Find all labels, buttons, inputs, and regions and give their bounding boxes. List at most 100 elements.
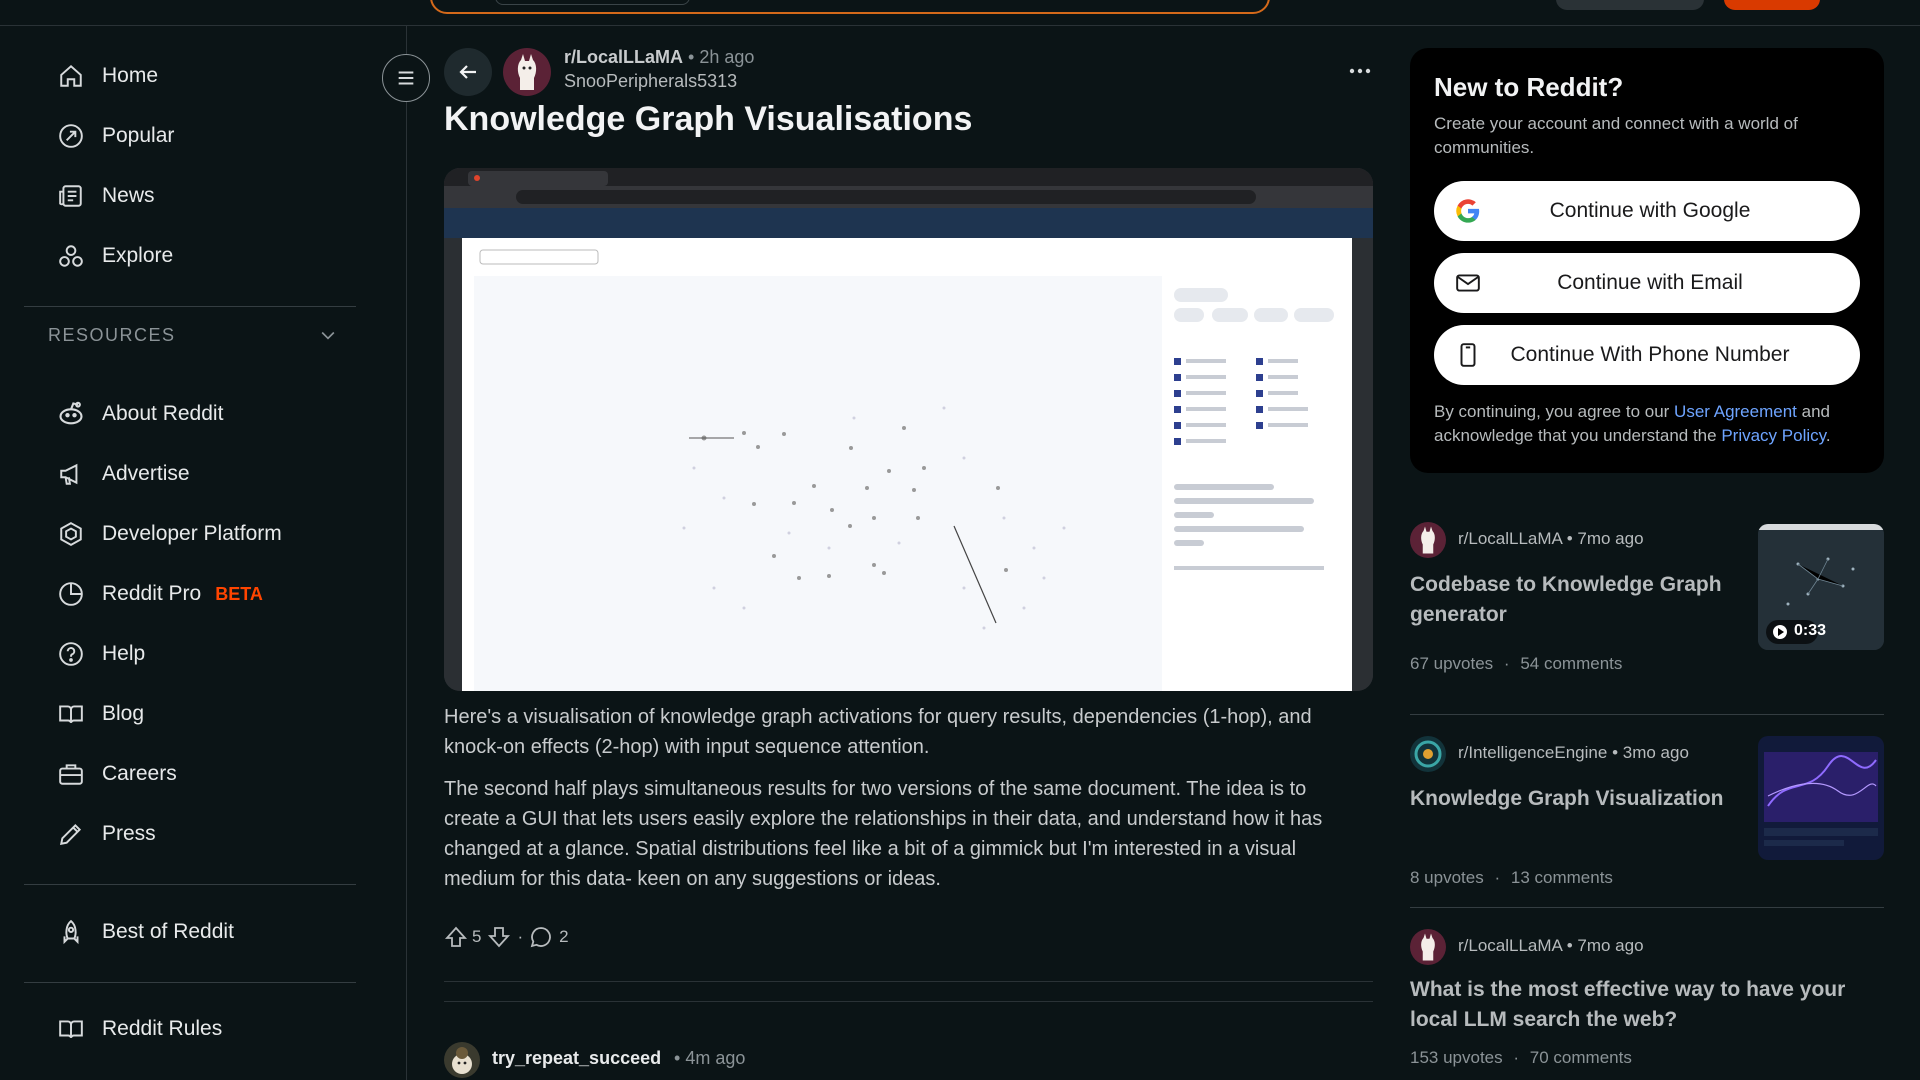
sidebar-item-label: About Reddit bbox=[102, 402, 224, 425]
home-icon bbox=[56, 61, 86, 91]
popular-icon bbox=[56, 121, 86, 151]
signup-legal-text: By continuing, you agree to our User Agr… bbox=[1434, 400, 1864, 448]
related-post-meta: r/LocalLLaMA • 7mo ago bbox=[1458, 529, 1644, 549]
log-in-button[interactable] bbox=[1724, 0, 1820, 10]
downvote-button[interactable] bbox=[487, 925, 511, 949]
comment-count: 2 bbox=[559, 927, 569, 946]
sidebar-item-home[interactable]: Home bbox=[24, 52, 354, 100]
more-options-button[interactable] bbox=[1340, 58, 1380, 84]
resources-section-toggle[interactable]: RESOURCES bbox=[48, 318, 338, 352]
sidebar-item-developer-platform[interactable]: Developer Platform bbox=[24, 510, 354, 558]
chevron-down-icon bbox=[321, 331, 335, 340]
stats-separator: · bbox=[1513, 1048, 1520, 1067]
post-meta: r/LocalLLaMA • 2h ago bbox=[564, 47, 754, 68]
beta-badge: BETA bbox=[215, 583, 263, 604]
continue-with-phone-button[interactable]: Continue With Phone Number bbox=[1434, 325, 1860, 385]
related-comments: 70 comments bbox=[1529, 1048, 1632, 1067]
sidebar-item-reddit-pro[interactable]: Reddit Pro BETA bbox=[24, 570, 354, 618]
signup-title: New to Reddit? bbox=[1434, 72, 1624, 102]
sidebar-item-careers[interactable]: Careers bbox=[24, 750, 354, 798]
back-button[interactable] bbox=[444, 48, 492, 96]
arrow-left-icon bbox=[459, 65, 476, 79]
sidebar-item-label: Explore bbox=[102, 244, 174, 267]
related-subreddit[interactable]: r/LocalLLaMA bbox=[1458, 936, 1562, 955]
comment-author-avatar[interactable] bbox=[444, 1042, 480, 1078]
legal-text: . bbox=[1825, 426, 1831, 445]
stats-separator: · bbox=[1503, 654, 1510, 673]
continue-with-email-button[interactable]: Continue with Email bbox=[1434, 253, 1860, 313]
subreddit-link[interactable]: r/LocalLLaMA bbox=[564, 47, 683, 67]
user-agreement-link[interactable]: User Agreement bbox=[1674, 402, 1797, 421]
sidebar-item-best-of-reddit[interactable]: Best of Reddit bbox=[24, 908, 354, 956]
sidebar-item-advertise[interactable]: Advertise bbox=[24, 450, 354, 498]
intelligence-engine-avatar-icon bbox=[1414, 740, 1442, 768]
sidebar-item-press[interactable]: Press bbox=[24, 810, 354, 858]
search-chip[interactable] bbox=[495, 0, 690, 5]
email-button-label: Continue with Email bbox=[1557, 271, 1743, 294]
meta-separator: • bbox=[674, 1048, 681, 1068]
subreddit-avatar bbox=[1410, 522, 1446, 558]
collapse-sidebar-button[interactable] bbox=[382, 54, 430, 102]
sidebar-item-label: Reddit Rules bbox=[102, 1017, 223, 1040]
related-time: 7mo ago bbox=[1577, 936, 1644, 955]
thumbnail-purple-graph bbox=[1758, 736, 1884, 860]
sidebar-item-about-reddit[interactable]: About Reddit bbox=[24, 390, 354, 438]
sidebar-item-label: Careers bbox=[102, 762, 177, 785]
related-post-title[interactable]: What is the most effective way to have y… bbox=[1410, 975, 1860, 1035]
post-paragraph: Here's a visualisation of knowledge grap… bbox=[444, 706, 1312, 758]
sidebar-item-label: Advertise bbox=[102, 462, 190, 485]
video-duration: 0:33 bbox=[1794, 622, 1827, 639]
ellipsis-icon bbox=[1349, 68, 1371, 74]
comment-box-divider bbox=[444, 1001, 1373, 1002]
sidebar-item-label: News bbox=[102, 184, 155, 207]
subreddit-avatar[interactable] bbox=[503, 48, 551, 96]
post-timestamp: 2h ago bbox=[699, 47, 755, 67]
sidebar-item-label: Reddit Pro bbox=[102, 582, 202, 605]
sidebar-item-reddit-rules[interactable]: Reddit Rules bbox=[24, 1005, 354, 1053]
get-app-button[interactable] bbox=[1556, 0, 1704, 10]
related-time: 3mo ago bbox=[1622, 743, 1689, 762]
blog-icon bbox=[56, 699, 86, 729]
post-title: Knowledge Graph Visualisations bbox=[444, 100, 973, 138]
sidebar-item-popular[interactable]: Popular bbox=[24, 112, 354, 160]
related-subreddit[interactable]: r/LocalLLaMA bbox=[1458, 529, 1562, 548]
sidebar-item-explore[interactable]: Explore bbox=[24, 232, 354, 280]
upvote-button[interactable] bbox=[444, 925, 468, 949]
rocket-icon bbox=[56, 917, 86, 947]
resources-label: RESOURCES bbox=[48, 324, 176, 345]
actions-dot: · bbox=[517, 927, 524, 946]
upvote-arrow-icon bbox=[444, 926, 468, 947]
post-author[interactable]: SnooPeripherals5313 bbox=[564, 71, 737, 92]
comment-meta: • 4m ago bbox=[674, 1048, 745, 1069]
post-divider bbox=[444, 981, 1373, 982]
rules-book-icon bbox=[56, 1014, 86, 1044]
privacy-policy-link[interactable]: Privacy Policy bbox=[1721, 426, 1826, 445]
llama-avatar-icon bbox=[1421, 526, 1435, 554]
sidebar-item-help[interactable]: Help bbox=[24, 630, 354, 678]
related-post-title[interactable]: Codebase to Knowledge Graph generator bbox=[1410, 570, 1740, 630]
related-time: 7mo ago bbox=[1577, 529, 1644, 548]
continue-with-google-button[interactable]: Continue with Google bbox=[1434, 181, 1860, 241]
post-paragraph: The second half plays simultaneous resul… bbox=[444, 778, 1323, 890]
comment-author[interactable]: try_repeat_succeed bbox=[492, 1048, 661, 1069]
developer-platform-icon bbox=[56, 519, 86, 549]
vote-count: 5 bbox=[472, 927, 482, 946]
sidebar-divider bbox=[24, 884, 356, 885]
meta-separator: • bbox=[1612, 743, 1619, 762]
post-video[interactable] bbox=[444, 168, 1373, 691]
related-post-title[interactable]: Knowledge Graph Visualization bbox=[1410, 784, 1740, 814]
downvote-arrow-icon bbox=[488, 927, 511, 948]
related-divider bbox=[1410, 714, 1884, 715]
sidebar-item-blog[interactable]: Blog bbox=[24, 690, 354, 738]
news-icon bbox=[56, 181, 86, 211]
related-post-meta: r/LocalLLaMA • 7mo ago bbox=[1458, 936, 1644, 956]
comments-button[interactable]: 2 bbox=[529, 925, 569, 949]
sidebar-divider bbox=[24, 306, 356, 307]
sidebar-item-label: Press bbox=[102, 822, 156, 845]
related-subreddit[interactable]: r/IntelligenceEngine bbox=[1458, 743, 1607, 762]
sidebar-item-news[interactable]: News bbox=[24, 172, 354, 220]
related-post-thumbnail[interactable] bbox=[1758, 736, 1884, 860]
related-post-thumbnail[interactable]: 0:33 bbox=[1758, 524, 1884, 650]
subreddit-avatar bbox=[1410, 736, 1446, 772]
meta-separator: • bbox=[1566, 936, 1573, 955]
